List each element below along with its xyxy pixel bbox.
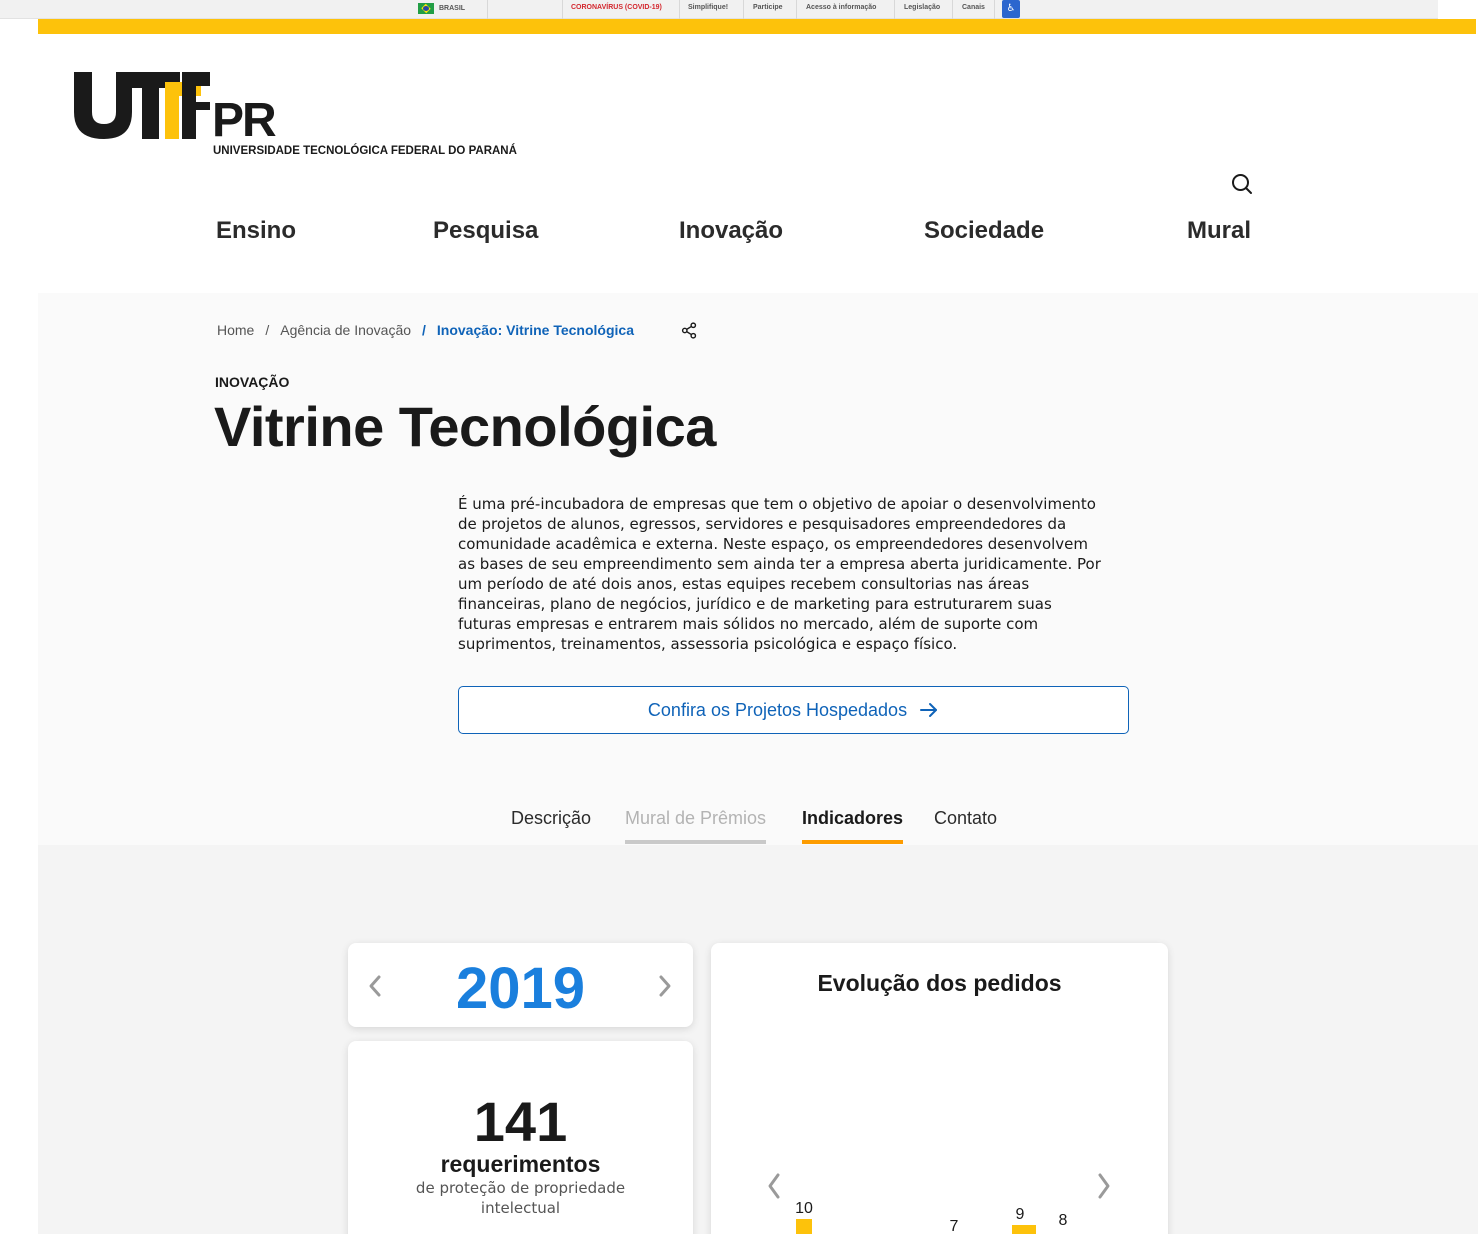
requerimentos-label: requerimentos	[440, 1151, 601, 1177]
breadcrumb-separator: /	[422, 322, 426, 338]
gov-bar-divider	[894, 0, 895, 19]
gov-link-legislacao[interactable]: Legislação	[904, 4, 940, 11]
tab-contato[interactable]: Contato	[934, 808, 997, 829]
utfpr-logo[interactable]: PR UNIVERSIDADE TECNOLÓGICA FEDERAL DO P…	[74, 72, 534, 162]
nav-item-mural[interactable]: Mural	[1187, 217, 1251, 245]
tab-indicadores[interactable]: Indicadores	[802, 808, 904, 844]
chart-value-label: 7	[950, 1218, 959, 1234]
breadcrumb-separator: /	[265, 322, 270, 338]
gov-bar-divider	[743, 0, 744, 19]
tab-label: Mural de Prêmios	[625, 808, 767, 828]
nav-item-sociedade[interactable]: Sociedade	[924, 217, 1044, 245]
breadcrumb-home[interactable]: Home	[217, 322, 254, 338]
year-selector: 2019	[348, 943, 693, 1027]
chart-value-label: 10	[795, 1200, 813, 1217]
share-icon[interactable]	[681, 322, 698, 339]
requerimentos-card: 141 requerimentos de proteção de proprie…	[348, 1041, 693, 1234]
chart-bar	[1012, 1225, 1036, 1234]
utf-logo-mark	[74, 72, 210, 139]
gov-bar-divider	[562, 0, 563, 19]
gov-bar: BRASIL CORONAVÍRUS (COVID-19) Simplifiqu…	[0, 0, 1438, 19]
gov-link-canais[interactable]: Canais	[962, 4, 985, 11]
chart-value-label: 9	[1016, 1206, 1025, 1223]
tab-label: Contato	[934, 808, 998, 828]
tab-label: Indicadores	[802, 808, 904, 828]
logo-pr: PR	[212, 94, 277, 147]
requerimentos-count: 141	[473, 1090, 568, 1153]
nav-item-pesquisa[interactable]: Pesquisa	[433, 217, 538, 245]
tab-label: Descrição	[511, 808, 592, 828]
section-tabs: Descrição Mural de Prêmios Indicadores C…	[0, 808, 1478, 845]
breadcrumb-agencia[interactable]: Agência de Inovação	[280, 322, 411, 338]
gov-link-simplifique[interactable]: Simplifique!	[688, 4, 728, 11]
gov-link-covid[interactable]: CORONAVÍRUS (COVID-19)	[571, 4, 662, 11]
gov-bar-divider	[994, 0, 995, 19]
cta-label: Confira os Projetos Hospedados	[647, 699, 908, 720]
page-kicker: INOVAÇÃO	[215, 374, 290, 390]
main-nav: Ensino Pesquisa Inovação Sociedade Mural	[0, 217, 1478, 247]
chart-next-chevron-icon[interactable]	[1098, 1173, 1110, 1199]
breadcrumb-current: Inovação: Vitrine Tecnológica	[436, 322, 634, 338]
selected-year: 2019	[455, 956, 586, 1021]
gov-link-acesso[interactable]: Acesso à informação	[806, 4, 876, 11]
brand-stripe	[38, 19, 1476, 34]
chart-value-label: 8	[1059, 1212, 1068, 1229]
gov-bar-divider	[952, 0, 953, 19]
page-description: É uma pré-incubadora de empresas que tem…	[458, 495, 1101, 653]
gov-bar-divider	[796, 0, 797, 19]
nav-item-inovacao[interactable]: Inovação	[679, 217, 783, 245]
gov-bar-divider	[487, 0, 488, 19]
evolucao-chart: 10 7 9 8	[768, 1173, 1110, 1234]
chart-prev-chevron-icon[interactable]	[768, 1173, 780, 1199]
tab-descricao[interactable]: Descrição	[511, 808, 591, 829]
breadcrumb: Home / Agência de Inovação / Inovação: V…	[217, 322, 634, 338]
search-icon[interactable]	[1230, 172, 1254, 196]
brasil-link[interactable]: BRASIL	[418, 3, 465, 14]
chevron-right-icon[interactable]	[658, 974, 672, 998]
university-full-name: UNIVERSIDADE TECNOLÓGICA FEDERAL DO PARA…	[213, 145, 517, 157]
nav-item-ensino[interactable]: Ensino	[216, 217, 296, 245]
arrow-right-icon	[920, 703, 938, 717]
gov-link-participe[interactable]: Participe	[753, 4, 783, 11]
page-title: Vitrine Tecnológica	[214, 395, 716, 458]
evolucao-chart-card: Evolução dos pedidos 10 7 9 8	[711, 943, 1168, 1234]
tab-underline	[802, 840, 904, 844]
chart-bar	[796, 1219, 812, 1234]
tab-mural-de-premios[interactable]: Mural de Prêmios	[625, 808, 767, 844]
projetos-hospedados-button[interactable]: Confira os Projetos Hospedados	[458, 686, 1129, 734]
brazil-flag-icon	[418, 3, 434, 14]
brasil-label: BRASIL	[439, 5, 466, 12]
accessibility-icon[interactable]: ♿	[1002, 0, 1020, 18]
tab-underline	[625, 840, 767, 844]
gov-bar-divider	[679, 0, 680, 19]
requerimentos-sublabel: de proteção de propriedade intelectual	[415, 1179, 626, 1217]
